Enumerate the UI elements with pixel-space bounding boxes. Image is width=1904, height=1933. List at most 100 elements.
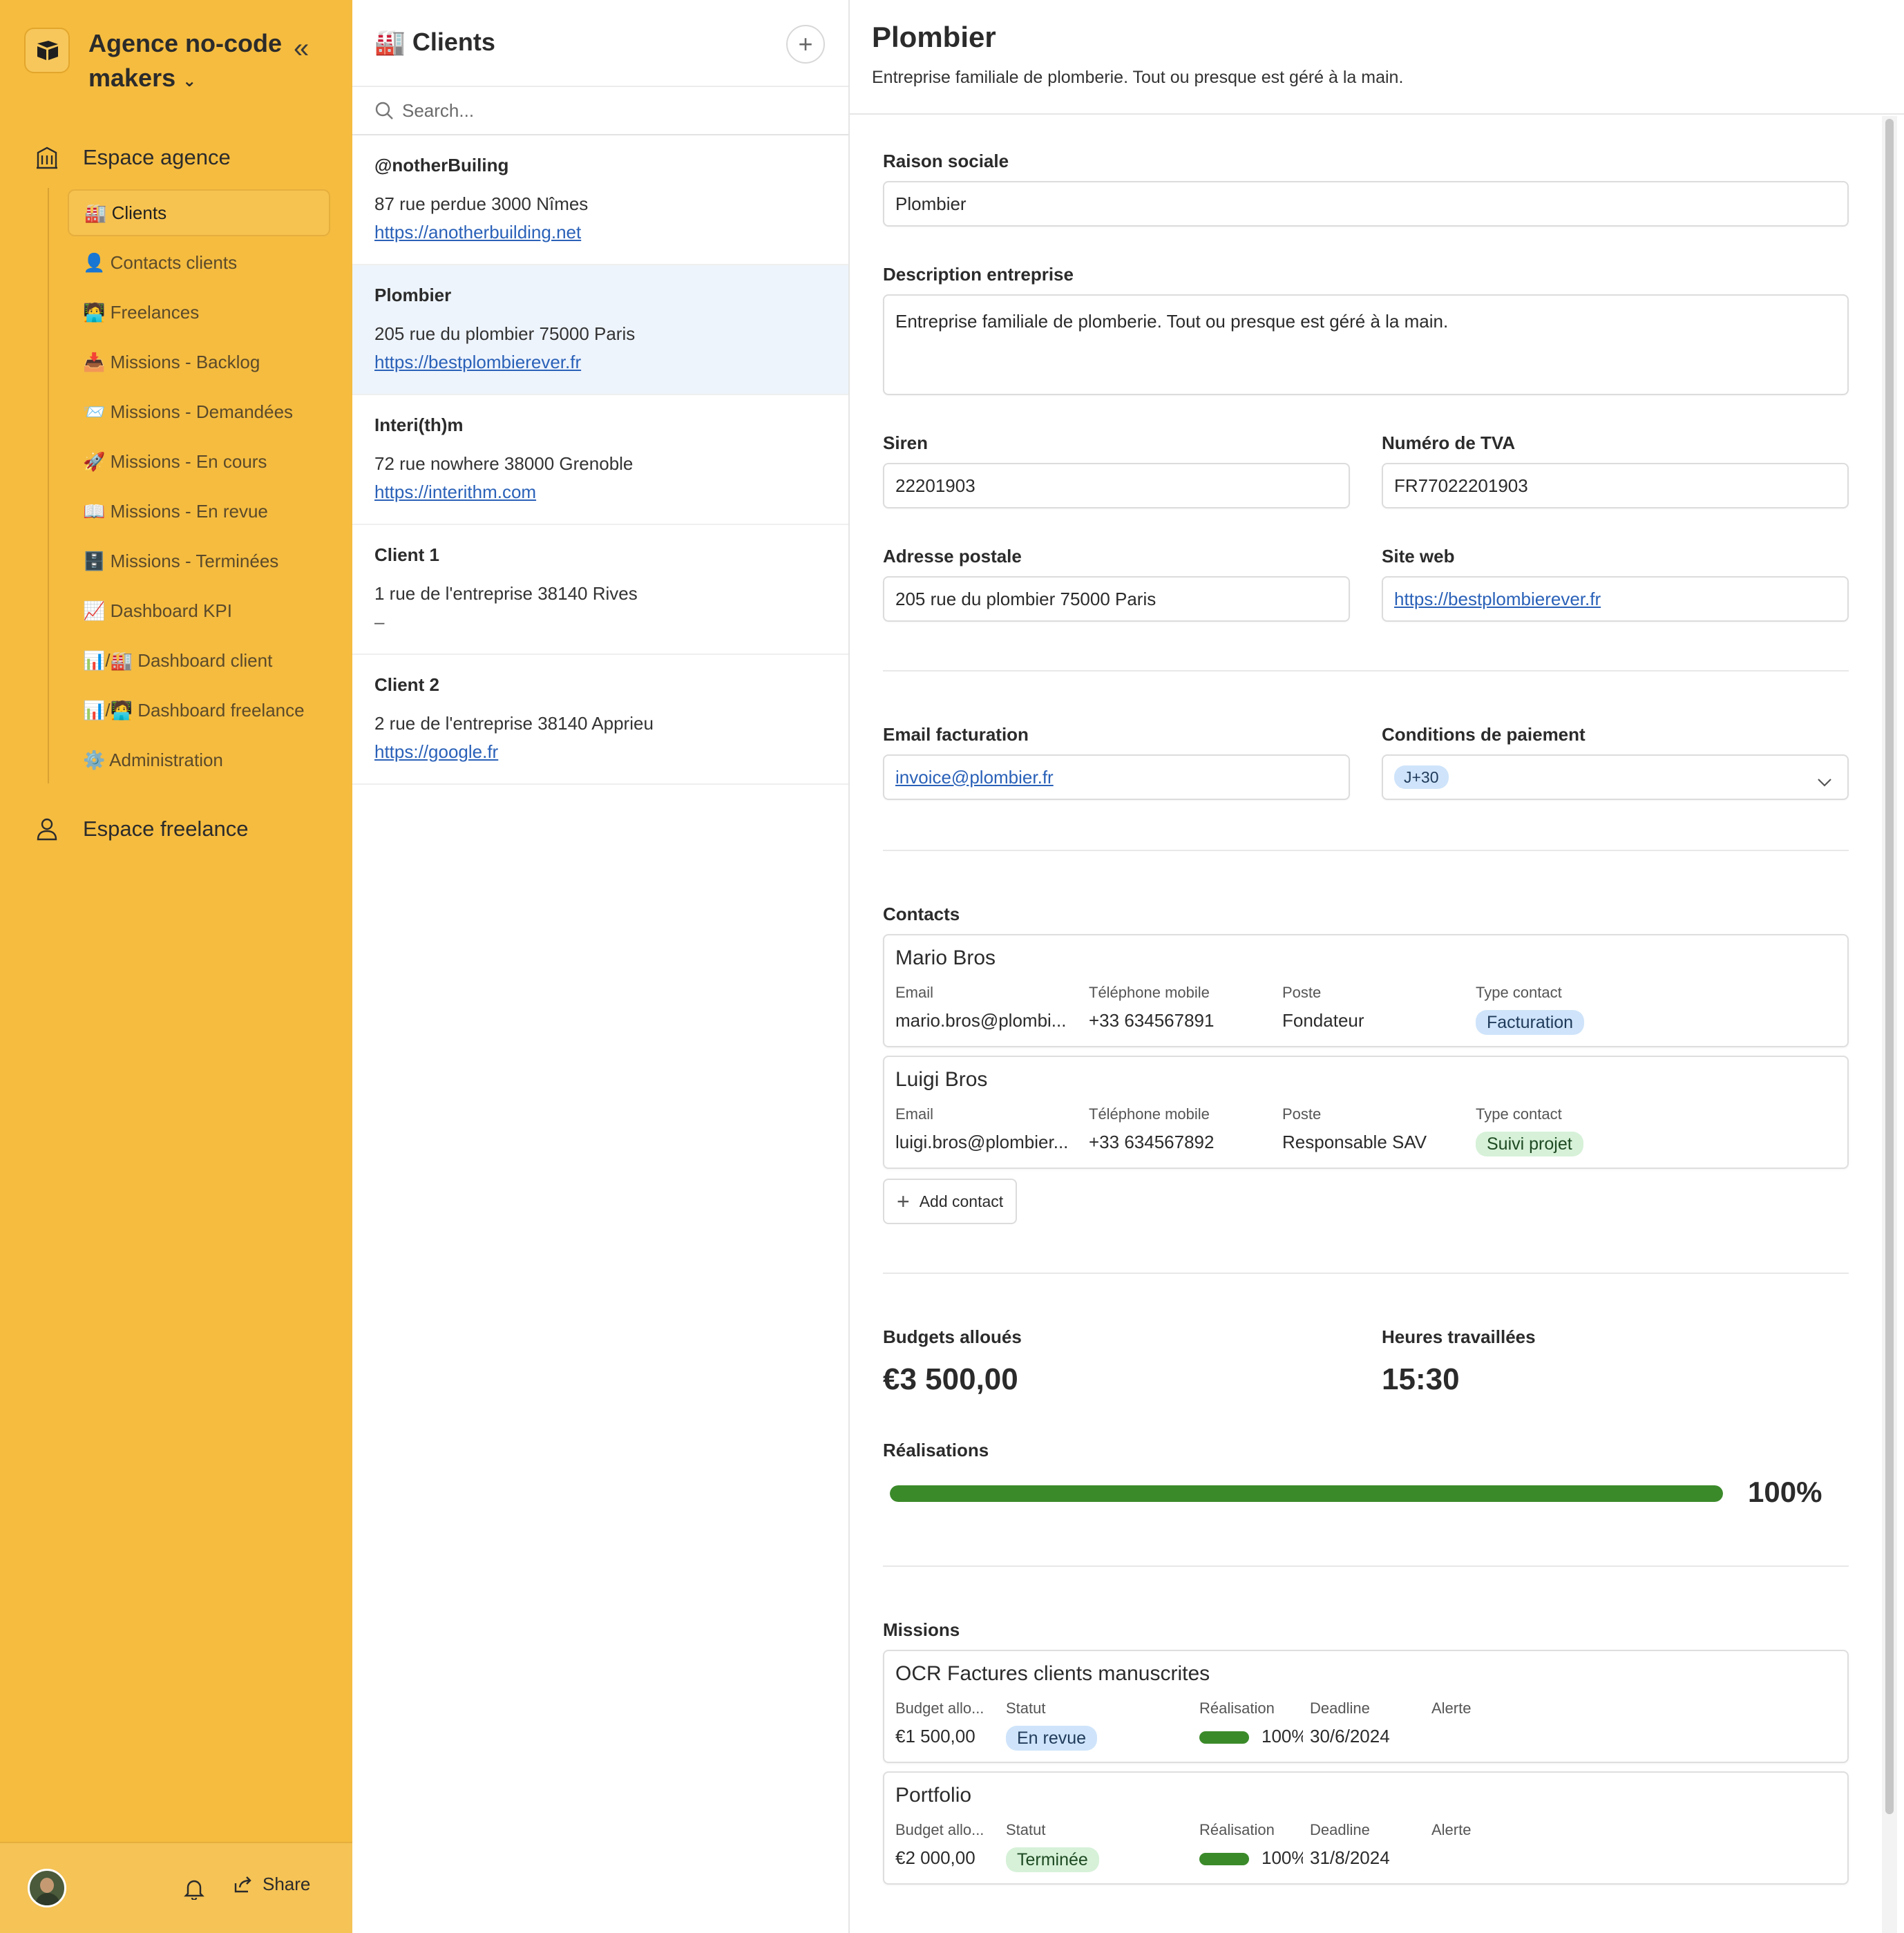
client-url[interactable]: https://google.fr <box>374 741 826 765</box>
sidebar-item-label: ⚙️ Administration <box>83 749 223 770</box>
contact-type-col: Type contact Suivi projet <box>1476 1105 1683 1156</box>
workspace-switcher[interactable]: Agence no-code makers ⌄ <box>88 26 296 99</box>
email-facturation-field[interactable]: invoice@plombier.fr <box>883 754 1350 800</box>
avatar[interactable] <box>28 1869 66 1907</box>
sidebar-item-contacts-clients[interactable]: 👤 Contacts clients <box>68 239 330 286</box>
realisation-progress-bar <box>890 1485 1723 1502</box>
mission-budget-col: Budget allo... €1 500,00 <box>895 1699 984 1746</box>
list-header: 🏭 Clients + <box>352 0 848 87</box>
add-client-button[interactable]: + <box>786 25 825 64</box>
client-url[interactable]: https://bestplombierever.fr <box>374 352 826 375</box>
plus-icon: + <box>897 1189 910 1214</box>
sidebar-item-label: 📖 Missions - En revue <box>83 500 268 522</box>
budgets-value: €3 500,00 <box>883 1362 1018 1396</box>
client-card[interactable]: Client 1 1 rue de l'entreprise 38140 Riv… <box>352 525 848 655</box>
siren-label: Siren <box>883 432 929 453</box>
client-name: Interi(th)m <box>374 415 464 435</box>
section-espace-freelance[interactable]: Espace freelance <box>33 815 249 843</box>
field-value: Plombier <box>895 193 967 214</box>
heures-label: Heures travaillées <box>1382 1326 1536 1347</box>
description-label: Description entreprise <box>883 264 1074 285</box>
site-web-link[interactable]: https://bestplombierever.fr <box>1394 589 1601 610</box>
client-name: Client 1 <box>374 544 439 565</box>
mission-statut-col: Statut En revue <box>1006 1699 1192 1751</box>
contact-card[interactable]: Mario Bros Email mario.bros@plombi... Tél… <box>883 934 1849 1047</box>
sidebar-item-dashboard-freelance[interactable]: 📊/🧑‍💻 Dashboard freelance <box>68 687 330 734</box>
divider <box>883 850 1849 851</box>
field-value: 22201903 <box>895 475 975 496</box>
sidebar-item-label: 📈 Dashboard KPI <box>83 600 232 621</box>
adresse-label: Adresse postale <box>883 546 1022 566</box>
sidebar-item-clients[interactable]: 🏭 Clients <box>68 189 330 236</box>
raison-sociale-field[interactable]: Plombier <box>883 181 1849 227</box>
description-field[interactable]: Entreprise familiale de plomberie. Tout … <box>883 294 1849 395</box>
sidebar-item-missions-en-revue[interactable]: 📖 Missions - En revue <box>68 488 330 535</box>
site-web-field[interactable]: https://bestplombierever.fr <box>1382 576 1849 622</box>
chevron-down-icon <box>1817 771 1832 792</box>
mission-name: OCR Factures clients manuscrites <box>895 1662 1210 1685</box>
client-detail-panel: Plombier Entreprise familiale de plomber… <box>850 0 1904 1933</box>
add-contact-button[interactable]: + Add contact <box>883 1179 1018 1224</box>
sidebar-item-label: 📥 Missions - Backlog <box>83 351 260 372</box>
contact-name: Mario Bros <box>895 946 996 969</box>
email-link[interactable]: invoice@plombier.fr <box>895 767 1054 788</box>
mission-budget-col: Budget allo... €2 000,00 <box>895 1821 984 1868</box>
realisation-percent: 100% <box>1748 1476 1822 1508</box>
adresse-field[interactable]: 205 rue du plombier 75000 Paris <box>883 576 1350 622</box>
heures-value: 15:30 <box>1382 1362 1460 1396</box>
contact-phone-col: Téléphone mobile +33 634567892 <box>1089 1105 1215 1152</box>
search-input[interactable] <box>402 97 817 124</box>
contact-card[interactable]: Luigi Bros Email luigi.bros@plombier... T… <box>883 1056 1849 1169</box>
contact-name: Luigi Bros <box>895 1068 988 1091</box>
tva-label: Numéro de TVA <box>1382 432 1516 453</box>
sidebar-item-missions-demandees[interactable]: 📨 Missions - Demandées <box>68 388 330 435</box>
sidebar-item-freelances[interactable]: 🧑‍💻 Freelances <box>68 289 330 336</box>
section-label: Espace agence <box>83 145 231 169</box>
sidebar-item-missions-en-cours[interactable]: 🚀 Missions - En cours <box>68 438 330 485</box>
client-url[interactable]: https://interithm.com <box>374 482 826 505</box>
mission-card[interactable]: OCR Factures clients manuscrites Budget … <box>883 1650 1849 1763</box>
workspace-logo-icon[interactable] <box>24 28 70 73</box>
client-url[interactable]: https://anotherbuilding.net <box>374 222 826 245</box>
bell-icon[interactable] <box>184 1878 204 1903</box>
sidebar-item-missions-backlog[interactable]: 📥 Missions - Backlog <box>68 339 330 385</box>
sidebar-item-dashboard-kpi[interactable]: 📈 Dashboard KPI <box>68 587 330 634</box>
mini-progress-bar <box>1199 1853 1249 1866</box>
contact-type-col: Type contact Facturation <box>1476 984 1683 1035</box>
client-card[interactable]: Interi(th)m 72 rue nowhere 38000 Grenobl… <box>352 395 848 525</box>
status-badge: En revue <box>1006 1726 1098 1751</box>
page-title: Plombier <box>872 21 996 53</box>
client-card[interactable]: @notherBuiling 87 rue perdue 3000 Nîmes … <box>352 135 848 265</box>
list-title: 🏭 Clients <box>374 28 495 56</box>
search-icon <box>374 101 394 124</box>
add-contact-label: Add contact <box>919 1192 1004 1210</box>
clients-list-panel: 🏭 Clients + @notherBuiling 87 rue perdue… <box>352 0 850 1933</box>
sidebar-item-dashboard-client[interactable]: 📊/🏭 Dashboard client <box>68 637 330 684</box>
sidebar-item-administration[interactable]: ⚙️ Administration <box>68 736 330 783</box>
mission-deadline-col: Deadline 31/8/2024 <box>1310 1821 1390 1868</box>
client-address: 1 rue de l'entreprise 38140 Rives <box>374 583 638 604</box>
collapse-sidebar-icon[interactable]: « <box>294 35 309 62</box>
status-badge: Suivi projet <box>1476 1132 1583 1156</box>
raison-sociale-label: Raison sociale <box>883 151 1009 171</box>
conditions-select[interactable]: J+30 <box>1382 754 1849 800</box>
user-icon <box>33 815 61 843</box>
scrollbar-thumb[interactable] <box>1885 119 1894 1814</box>
mission-realisation-col: Réalisation 100% <box>1199 1821 1303 1868</box>
client-card[interactable]: Client 2 2 rue de l'entreprise 38140 App… <box>352 655 848 785</box>
status-badge: Facturation <box>1476 1010 1585 1035</box>
client-address: 87 rue perdue 3000 Nîmes <box>374 193 589 214</box>
sidebar-item-label: 🧑‍💻 Freelances <box>83 301 200 323</box>
tva-field[interactable]: FR77022201903 <box>1382 463 1849 508</box>
conditions-label: Conditions de paiement <box>1382 724 1586 745</box>
sidebar-item-missions-terminees[interactable]: 🗄️ Missions - Terminées <box>68 537 330 584</box>
section-espace-agence[interactable]: Espace agence <box>33 144 231 171</box>
mission-card[interactable]: Portfolio Budget allo... €2 000,00 Statut… <box>883 1771 1849 1885</box>
client-card-selected[interactable]: Plombier 205 rue du plombier 75000 Paris… <box>352 265 848 395</box>
client-address: 2 rue de l'entreprise 38140 Apprieu <box>374 713 654 734</box>
share-button[interactable]: Share <box>234 1874 310 1895</box>
siren-field[interactable]: 22201903 <box>883 463 1350 508</box>
nav-tree-line <box>48 188 49 783</box>
mission-realisation-col: Réalisation 100% <box>1199 1699 1303 1746</box>
missions-label: Missions <box>883 1619 960 1640</box>
